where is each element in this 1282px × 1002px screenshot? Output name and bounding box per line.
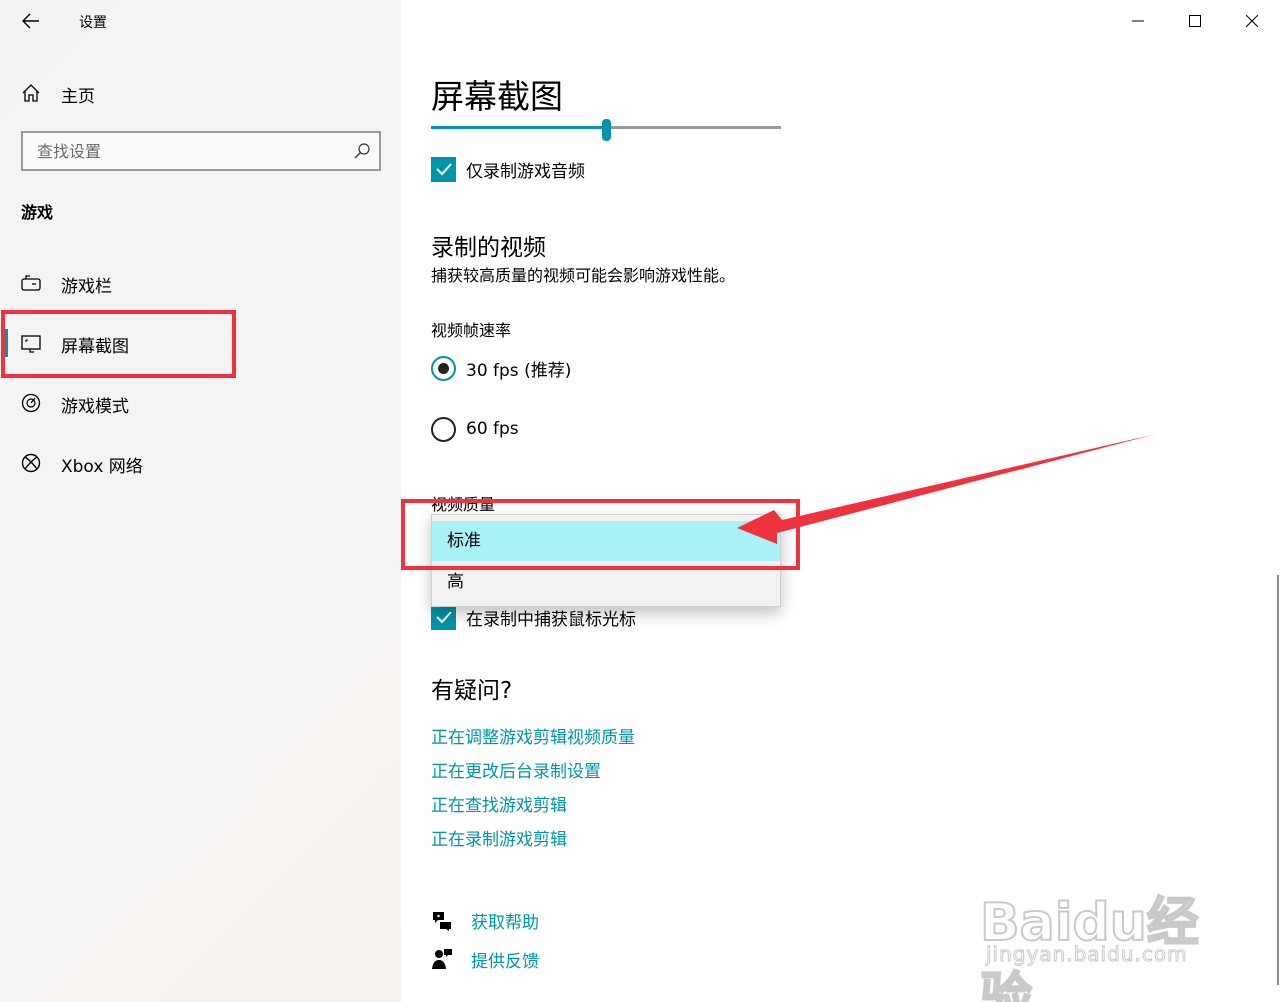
- back-button[interactable]: [14, 6, 48, 36]
- capture-cursor-row[interactable]: 在录制中捕获鼠标光标: [431, 604, 636, 630]
- dropdown-option-high[interactable]: 高: [432, 562, 780, 602]
- audio-volume-slider[interactable]: [431, 116, 781, 142]
- page-title: 屏幕截图: [431, 77, 563, 116]
- sidebar-item-label: Xbox 网络: [61, 457, 143, 477]
- captures-icon: [21, 335, 41, 353]
- search-input[interactable]: [23, 133, 343, 169]
- game-mode-icon: [21, 393, 41, 413]
- sidebar-item-label: 屏幕截图: [61, 337, 129, 357]
- slider-track-filled: [431, 126, 606, 129]
- xbox-icon: [21, 453, 41, 473]
- recorded-video-description: 捕获较高质量的视频可能会影响游戏性能。: [431, 266, 736, 285]
- help-link-adjust-quality[interactable]: 正在调整游戏剪辑视频质量: [431, 723, 635, 748]
- sidebar-item-captures[interactable]: 屏幕截图: [0, 312, 401, 372]
- slider-thumb[interactable]: [602, 119, 611, 141]
- recorded-video-heading: 录制的视频: [431, 235, 546, 261]
- sidebar-item-home[interactable]: 主页: [0, 72, 401, 112]
- capture-cursor-checkbox[interactable]: [431, 604, 456, 630]
- radio-button[interactable]: [431, 416, 456, 442]
- get-help-label: 获取帮助: [471, 912, 539, 933]
- video-quality-label: 视频质量: [431, 495, 496, 514]
- checkbox-label: 仅录制游戏音频: [466, 161, 585, 182]
- slider-track-remaining: [606, 126, 781, 129]
- game-bar-icon: [21, 275, 41, 291]
- radio-label: 60 fps: [466, 419, 519, 439]
- sidebar-item-label: 游戏栏: [61, 277, 112, 297]
- record-game-audio-only-row[interactable]: 仅录制游戏音频: [431, 156, 585, 182]
- checkmark-icon: [435, 163, 452, 176]
- video-quality-dropdown-list[interactable]: 标准 高: [431, 514, 781, 607]
- search-icon[interactable]: [353, 142, 371, 160]
- frame-rate-label: 视频帧速率: [431, 321, 512, 340]
- help-link-background-recording[interactable]: 正在更改后台录制设置: [431, 757, 601, 782]
- sidebar-item-label: 游戏模式: [61, 397, 129, 417]
- app-title: 设置: [79, 15, 107, 31]
- feedback-link[interactable]: 提供反馈: [431, 946, 539, 972]
- radio-label: 30 fps (推荐): [466, 360, 572, 381]
- record-game-audio-only-checkbox[interactable]: [431, 156, 456, 182]
- sidebar-item-xbox-network[interactable]: Xbox 网络: [0, 432, 401, 492]
- watermark-main-text: Baidu经验: [979, 892, 1200, 1002]
- help-heading: 有疑问?: [431, 678, 513, 704]
- sidebar: 设置 主页 游戏 游戏栏 屏幕截图: [0, 0, 401, 1002]
- feedback-label: 提供反馈: [471, 951, 539, 972]
- sidebar-item-game-bar[interactable]: 游戏栏: [0, 252, 401, 312]
- checkmark-icon: [435, 611, 452, 624]
- main-content: 屏幕截图 仅录制游戏音频 录制的视频 捕获较高质量的视频可能会影响游戏性能。 视…: [401, 0, 1282, 1002]
- help-link-find-clips[interactable]: 正在查找游戏剪辑: [431, 791, 567, 816]
- sidebar-item-label: 主页: [61, 87, 95, 107]
- frame-rate-option-30[interactable]: 30 fps (推荐): [431, 354, 571, 382]
- search-box[interactable]: [21, 131, 381, 171]
- help-link-record-clips[interactable]: 正在录制游戏剪辑: [431, 825, 567, 850]
- frame-rate-option-60[interactable]: 60 fps: [431, 415, 519, 443]
- watermark-sub-text: jingyan.baidu.com: [986, 942, 1188, 967]
- get-help-link[interactable]: 获取帮助: [431, 907, 539, 933]
- chat-help-icon: [433, 912, 451, 931]
- home-icon: [22, 84, 40, 102]
- feedback-icon: [432, 949, 452, 969]
- section-heading: 游戏: [21, 203, 54, 222]
- back-arrow-icon: [22, 13, 39, 29]
- baidu-watermark: Baidu经验 jingyan.baidu.com: [979, 862, 1230, 1002]
- scrollbar[interactable]: [1277, 575, 1279, 985]
- radio-button[interactable]: [431, 355, 456, 381]
- checkbox-label: 在录制中捕获鼠标光标: [466, 609, 636, 630]
- dropdown-option-standard[interactable]: 标准: [432, 521, 780, 561]
- selection-marker: [4, 329, 8, 357]
- sidebar-item-game-mode[interactable]: 游戏模式: [0, 372, 401, 432]
